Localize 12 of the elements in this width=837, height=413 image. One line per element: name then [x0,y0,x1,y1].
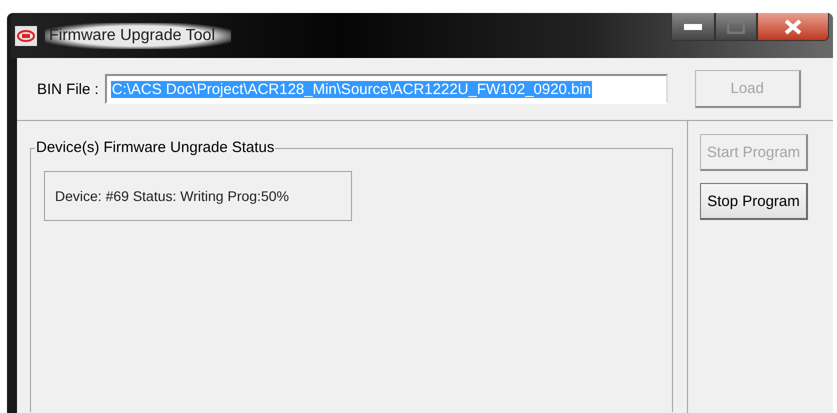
minimize-button[interactable] [671,13,715,41]
close-icon [783,18,803,34]
minimize-icon [684,24,702,30]
bin-file-label: BIN File : [37,80,99,98]
logo-icon [15,26,37,46]
window-title: Firmware Upgrade Tool [45,22,231,48]
device-status: Device: #69 Status: Writing Prog:50% [44,171,352,221]
close-button[interactable] [757,13,829,41]
group-title: Device(s) Firmware Ungrade Status [35,139,276,156]
bin-file-field[interactable]: C:\ACS Doc\Project\ACR128_Min\Source\ACR1222U_FW102_0920.bin [104,74,668,104]
program-button[interactable]: Stop Program [700,183,808,220]
maximize-icon [727,20,745,34]
